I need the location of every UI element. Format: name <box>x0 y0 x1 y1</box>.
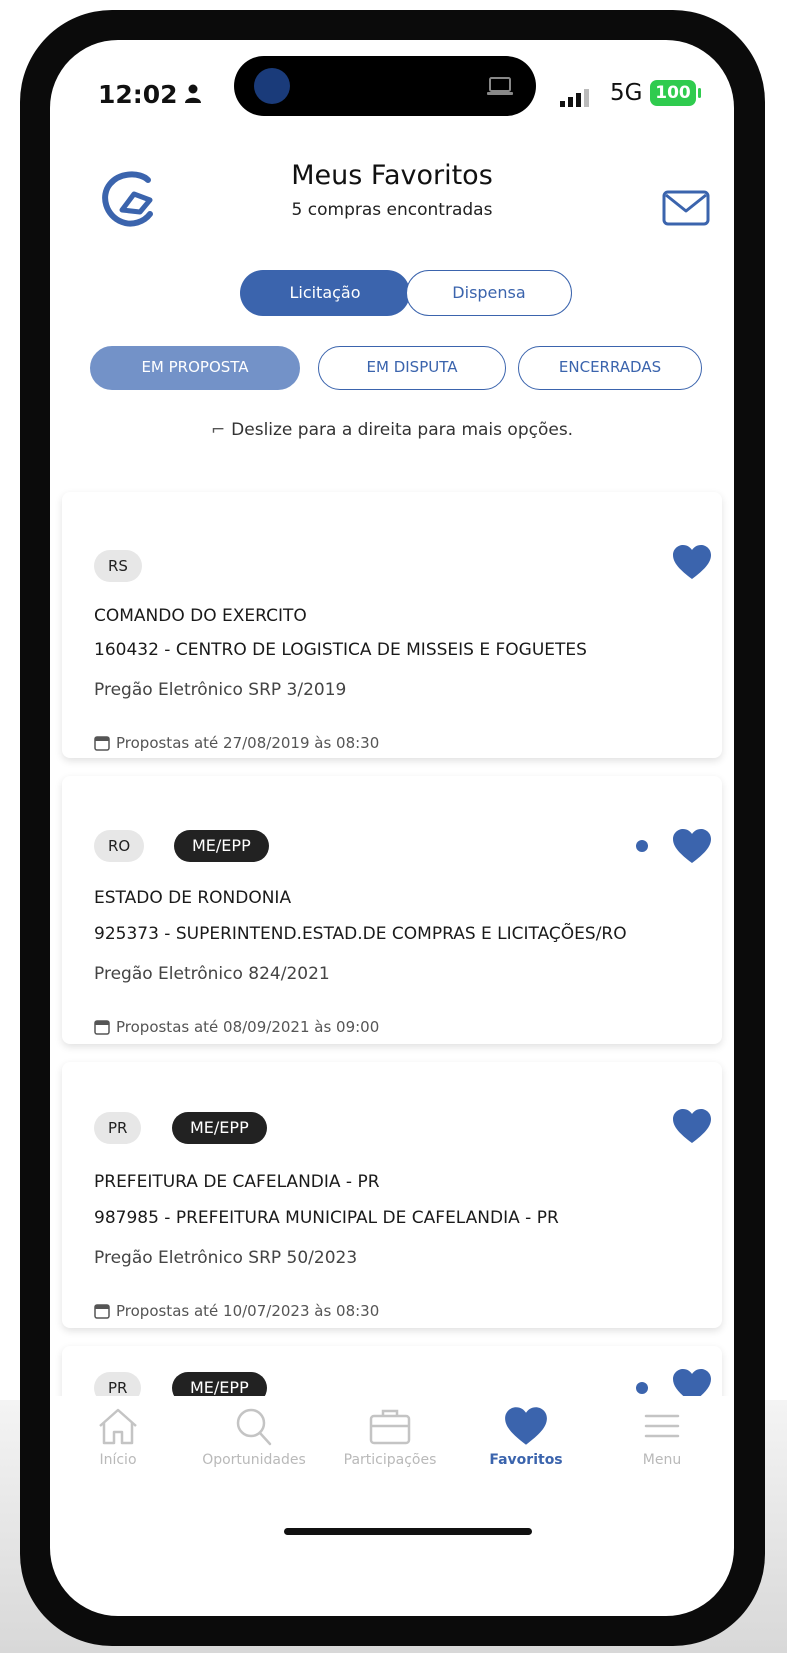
person-icon <box>185 84 201 103</box>
phone-screen: 12:02 5G 100 Meus Favoritos 5 compras en… <box>50 40 734 1616</box>
phone-frame: 12:02 5G 100 Meus Favoritos 5 compras en… <box>20 10 765 1646</box>
swipe-hint-text: Deslize para a direita para mais opções. <box>231 420 574 440</box>
segment-licitacao[interactable]: Licitação <box>240 270 410 316</box>
nav-participacoes[interactable]: Participações <box>322 1396 458 1468</box>
segment-dispensa[interactable]: Dispensa <box>406 270 572 316</box>
heart-icon[interactable] <box>672 544 712 580</box>
nav-menu[interactable]: Menu <box>594 1396 730 1468</box>
proposal-deadline: Propostas até 08/09/2021 às 09:00 <box>94 1018 379 1036</box>
heart-icon[interactable] <box>672 1108 712 1144</box>
app-activity-icon <box>254 68 290 104</box>
me-epp-badge: ME/EPP <box>172 1112 267 1144</box>
nav-favoritos-label: Favoritos <box>489 1452 563 1468</box>
nav-participacoes-label: Participações <box>343 1452 437 1468</box>
nav-favoritos[interactable]: Favoritos <box>458 1396 594 1468</box>
deadline-text: Propostas até 27/08/2019 às 08:30 <box>116 734 380 752</box>
briefcase-icon <box>369 1409 411 1445</box>
list-item[interactable]: PR ME/EPP PREFEITURA DE CAFELANDIA - PR … <box>62 1062 722 1328</box>
signal-icon <box>560 89 589 107</box>
me-epp-badge: ME/EPP <box>174 830 269 862</box>
status-tabs: EM PROPOSTA EM DISPUTA ENCERRADAS <box>50 330 734 400</box>
proposal-deadline: Propostas até 27/08/2019 às 08:30 <box>94 734 379 752</box>
search-icon <box>236 1408 272 1446</box>
laptop-icon <box>487 77 513 95</box>
calendar-icon <box>94 736 110 751</box>
battery-nub <box>698 88 701 98</box>
unit-name: 925373 - SUPERINTEND.ESTAD.DE COMPRAS E … <box>94 924 627 944</box>
page-title: Meus Favoritos <box>291 160 493 191</box>
status-bar: 12:02 5G 100 <box>50 40 734 140</box>
nav-oportunidades-label: Oportunidades <box>202 1452 306 1468</box>
state-badge: RO <box>94 830 145 862</box>
state-badge: RS <box>94 550 142 582</box>
organization-name: ESTADO DE RONDONIA <box>94 888 292 908</box>
unread-dot <box>636 840 648 852</box>
list-item[interactable]: RS COMANDO DO EXERCITO 160432 - CENTRO D… <box>62 492 722 758</box>
dynamic-island <box>234 56 536 116</box>
tab-em-proposta[interactable]: EM PROPOSTA <box>90 346 300 390</box>
menu-icon <box>644 1414 680 1438</box>
status-time: 12:02 <box>98 80 178 109</box>
deadline-text: Propostas até 08/09/2021 às 09:00 <box>116 1018 380 1036</box>
unit-name: 160432 - CENTRO DE LOGISTICA DE MISSEIS … <box>94 640 587 660</box>
state-badge: PR <box>94 1112 142 1144</box>
deadline-text: Propostas até 10/07/2023 às 08:30 <box>116 1302 380 1320</box>
unread-dot <box>636 1382 648 1394</box>
unit-name: 987985 - PREFEITURA MUNICIPAL DE CAFELAN… <box>94 1208 559 1228</box>
home-icon <box>99 1408 137 1445</box>
heart-icon[interactable] <box>672 828 712 864</box>
proposal-deadline: Propostas até 10/07/2023 às 08:30 <box>94 1302 379 1320</box>
battery-icon: 100 <box>650 80 696 106</box>
heart-icon <box>505 1407 547 1445</box>
procurement-mode: Pregão Eletrônico SRP 3/2019 <box>94 680 347 700</box>
organization-name: PREFEITURA DE CAFELANDIA - PR <box>94 1172 380 1192</box>
bottom-navigation: Início Oportunidades Participações Favor… <box>50 1396 734 1516</box>
network-label: 5G <box>610 80 643 106</box>
procurement-mode: Pregão Eletrônico 824/2021 <box>94 964 330 984</box>
swipe-arrow-icon: ⌐ <box>210 420 226 440</box>
organization-name: COMANDO DO EXERCITO <box>94 606 307 626</box>
calendar-icon <box>94 1304 110 1319</box>
list-item[interactable]: RO ME/EPP ESTADO DE RONDONIA 925373 - SU… <box>62 776 722 1044</box>
calendar-icon <box>94 1020 110 1035</box>
swipe-hint: ⌐ Deslize para a direita para mais opções… <box>50 420 734 440</box>
nav-inicio[interactable]: Início <box>50 1396 186 1468</box>
procurement-mode: Pregão Eletrônico SRP 50/2023 <box>94 1248 358 1268</box>
nav-inicio-label: Início <box>99 1452 137 1468</box>
page-subtitle: 5 compras encontradas <box>291 200 493 220</box>
tab-encerradas[interactable]: ENCERRADAS <box>518 346 702 390</box>
home-indicator[interactable] <box>284 1528 532 1535</box>
mail-icon[interactable] <box>662 190 710 226</box>
tab-em-disputa[interactable]: EM DISPUTA <box>318 346 506 390</box>
nav-menu-label: Menu <box>642 1452 682 1468</box>
nav-oportunidades[interactable]: Oportunidades <box>186 1396 322 1468</box>
